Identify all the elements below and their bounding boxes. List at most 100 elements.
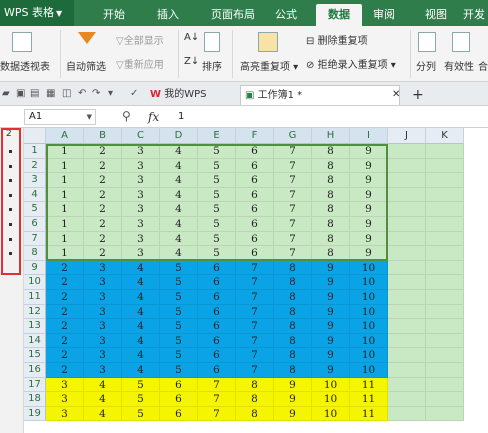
table-cell[interactable] (388, 319, 426, 334)
table-cell[interactable]: 8 (274, 363, 312, 378)
table-cell[interactable]: 4 (160, 158, 198, 174)
table-cell[interactable] (388, 217, 426, 232)
table-cell[interactable]: 9 (312, 363, 350, 378)
table-cell[interactable]: 10 (350, 304, 388, 320)
table-cell[interactable]: 8 (236, 392, 274, 407)
table-cell[interactable]: 7 (236, 275, 274, 290)
column-header-d[interactable]: D (160, 128, 198, 144)
table-cell[interactable]: 6 (198, 319, 236, 334)
table-cell[interactable]: 10 (350, 348, 388, 363)
table-cell[interactable] (426, 260, 464, 276)
column-header-h[interactable]: H (312, 128, 350, 144)
table-cell[interactable]: 6 (236, 144, 274, 159)
table-cell[interactable]: 8 (274, 260, 312, 276)
row-header[interactable]: 5 (24, 202, 46, 217)
table-cell[interactable]: 7 (274, 217, 312, 232)
table-cell[interactable]: 8 (312, 158, 350, 174)
table-cell[interactable]: 10 (312, 406, 350, 422)
table-cell[interactable]: 5 (198, 144, 236, 159)
table-cell[interactable]: 6 (236, 187, 274, 203)
table-cell[interactable] (426, 319, 464, 334)
table-cell[interactable]: 3 (122, 187, 160, 203)
table-cell[interactable]: 5 (198, 173, 236, 188)
table-cell[interactable]: 6 (198, 275, 236, 290)
table-cell[interactable]: 5 (198, 202, 236, 217)
table-cell[interactable]: 3 (46, 392, 84, 407)
table-cell[interactable]: 1 (46, 144, 84, 159)
fx-icon[interactable]: fx (148, 110, 159, 124)
table-cell[interactable]: 9 (350, 173, 388, 188)
table-cell[interactable]: 9 (350, 144, 388, 159)
table-cell[interactable]: 11 (350, 392, 388, 407)
table-cell[interactable]: 4 (122, 260, 160, 276)
table-cell[interactable]: 4 (160, 217, 198, 232)
table-cell[interactable] (426, 187, 464, 203)
table-cell[interactable]: 8 (312, 144, 350, 159)
table-cell[interactable] (426, 144, 464, 159)
table-cell[interactable] (426, 217, 464, 232)
table-cell[interactable]: 9 (350, 231, 388, 247)
table-cell[interactable]: 6 (198, 260, 236, 276)
reject-duplicates-button[interactable]: ⊘ 拒绝录入重复项 ▾ (306, 56, 396, 71)
table-cell[interactable]: 2 (84, 144, 122, 159)
table-cell[interactable]: 3 (84, 333, 122, 349)
column-header-k[interactable]: K (426, 128, 464, 144)
table-cell[interactable]: 2 (46, 333, 84, 349)
table-cell[interactable] (426, 246, 464, 261)
table-cell[interactable]: 8 (312, 217, 350, 232)
table-cell[interactable]: 9 (312, 275, 350, 290)
column-header-g[interactable]: G (274, 128, 312, 144)
table-cell[interactable]: 3 (122, 231, 160, 247)
table-cell[interactable]: 5 (122, 406, 160, 422)
table-cell[interactable]: 3 (122, 202, 160, 217)
table-cell[interactable] (426, 231, 464, 247)
table-cell[interactable]: 2 (46, 319, 84, 334)
table-cell[interactable] (388, 392, 426, 407)
table-cell[interactable]: 5 (160, 319, 198, 334)
tab-view[interactable]: 视图 (418, 4, 454, 26)
table-cell[interactable]: 3 (122, 173, 160, 188)
row-header[interactable]: 11 (24, 290, 46, 305)
table-cell[interactable]: 6 (160, 392, 198, 407)
table-cell[interactable]: 2 (84, 246, 122, 261)
row-header[interactable]: 16 (24, 363, 46, 378)
table-cell[interactable]: 2 (46, 290, 84, 305)
table-cell[interactable]: 7 (274, 231, 312, 247)
table-cell[interactable] (426, 173, 464, 188)
name-box[interactable]: A1 ▼ (24, 109, 96, 125)
table-cell[interactable]: 1 (46, 173, 84, 188)
table-cell[interactable]: 4 (160, 246, 198, 261)
table-cell[interactable] (426, 275, 464, 290)
table-cell[interactable]: 7 (236, 363, 274, 378)
table-cell[interactable]: 7 (236, 260, 274, 276)
search-icon[interactable]: ⚲ (122, 109, 131, 123)
save-icon[interactable]: ▣ (16, 88, 27, 99)
row-header[interactable]: 18 (24, 392, 46, 407)
table-cell[interactable] (388, 406, 426, 422)
doc-tab-workbook1[interactable]: ▣ 工作簿1 * (240, 85, 400, 105)
table-cell[interactable]: 5 (198, 158, 236, 174)
table-cell[interactable]: 4 (160, 144, 198, 159)
table-cell[interactable] (388, 363, 426, 378)
table-cell[interactable]: 4 (122, 363, 160, 378)
table-cell[interactable]: 4 (122, 304, 160, 320)
tab-data[interactable]: 数据 (316, 4, 362, 26)
table-cell[interactable]: 6 (198, 363, 236, 378)
table-cell[interactable] (388, 246, 426, 261)
table-cell[interactable]: 10 (350, 290, 388, 305)
table-cell[interactable]: 6 (198, 348, 236, 363)
table-cell[interactable]: 6 (198, 304, 236, 320)
table-cell[interactable]: 7 (236, 348, 274, 363)
tab-home[interactable]: 开始 (96, 4, 132, 26)
row-header[interactable]: 19 (24, 406, 46, 422)
row-header[interactable]: 4 (24, 187, 46, 203)
table-cell[interactable]: 3 (46, 406, 84, 422)
row-header[interactable]: 2 (24, 158, 46, 174)
table-cell[interactable] (388, 202, 426, 217)
table-cell[interactable]: 8 (274, 290, 312, 305)
formula-input[interactable]: 1 (178, 109, 484, 125)
table-cell[interactable]: 2 (46, 260, 84, 276)
table-cell[interactable]: 2 (84, 202, 122, 217)
tab-review[interactable]: 审阅 (366, 4, 402, 26)
table-cell[interactable]: 7 (274, 173, 312, 188)
